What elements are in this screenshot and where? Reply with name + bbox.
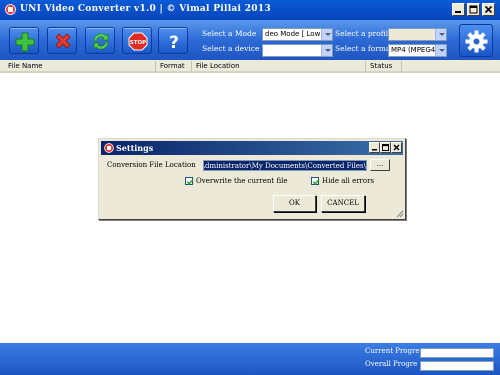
svg-text:?: ? (169, 33, 179, 52)
title-bar: UNI Video Converter v1.0 | © Vimal Pilla… (0, 0, 500, 20)
overwrite-label[interactable]: Overwrite the current file (196, 177, 288, 185)
gear-icon (465, 30, 488, 53)
remove-file-button[interactable] (47, 27, 77, 54)
mode-select[interactable]: deo Mode [ Low (262, 28, 333, 41)
resize-grip-icon[interactable] (396, 210, 404, 218)
settings-dialog-title: Settings (116, 143, 154, 153)
chevron-down-icon (435, 29, 446, 40)
maximize-icon (382, 144, 389, 151)
add-file-button[interactable] (9, 27, 39, 54)
settings-dialog-title-bar: Settings (101, 141, 403, 155)
minimize-button[interactable] (452, 3, 465, 16)
app-icon (5, 4, 16, 15)
window-title: UNI Video Converter v1.0 | © Vimal Pilla… (20, 4, 271, 14)
minimize-icon (455, 11, 461, 13)
settings-button[interactable] (459, 24, 493, 57)
stop-icon: STOP (128, 32, 148, 51)
toolbar: STOP ? Select a Mode deo Mode [ Low Sele… (0, 20, 500, 60)
stop-button[interactable]: STOP (122, 27, 152, 54)
column-filler (402, 61, 500, 73)
conversion-location-input[interactable]: .\Administrator\My Documents\Converted F… (203, 160, 367, 171)
help-button[interactable]: ? (158, 27, 188, 54)
format-select[interactable]: MP4 (MPEG4) (388, 44, 447, 57)
dialog-minimize-button[interactable] (369, 142, 380, 153)
add-icon (15, 32, 35, 52)
mode-label: Select a Mode (202, 29, 257, 38)
hide-errors-checkbox[interactable] (311, 177, 320, 185)
checkmark-icon (312, 179, 320, 185)
current-progress-bar (420, 348, 494, 358)
dialog-close-button[interactable] (391, 142, 402, 153)
hide-errors-label[interactable]: Hide all errors (322, 177, 374, 185)
close-icon (393, 144, 400, 151)
column-file-name[interactable]: File Name (0, 61, 156, 73)
conversion-location-value: .\Administrator\My Documents\Converted F… (203, 162, 366, 170)
profile-select[interactable] (388, 28, 447, 41)
conversion-location-label: Conversion File Location (107, 161, 196, 169)
maximize-icon (469, 5, 478, 14)
format-label: Select a format (335, 44, 394, 53)
overall-progress-bar (420, 361, 494, 371)
progress-area: Current Progre Overall Progre (0, 343, 500, 375)
ok-button[interactable]: OK (273, 195, 316, 212)
svg-text:STOP: STOP (130, 40, 146, 46)
chevron-down-icon (435, 45, 446, 56)
overwrite-checkbox[interactable] (185, 177, 194, 185)
chevron-down-icon (321, 45, 332, 56)
overall-progress-label: Overall Progre (365, 360, 418, 368)
app-icon (104, 143, 114, 153)
browse-button[interactable]: ... (370, 159, 390, 171)
current-progress-label: Current Progre (365, 347, 420, 355)
cancel-button[interactable]: CANCEL (321, 195, 365, 212)
refresh-icon (93, 33, 109, 50)
settings-dialog: Settings Conversion File Location .\Admi… (98, 138, 406, 220)
checkmark-icon (186, 179, 194, 185)
profile-label: Select a profil (335, 29, 389, 38)
column-file-location[interactable]: File Location (192, 61, 366, 73)
remove-icon (55, 33, 71, 49)
chevron-down-icon (321, 29, 332, 40)
device-select[interactable] (262, 44, 333, 57)
minimize-icon (372, 149, 377, 151)
close-button[interactable] (482, 3, 495, 16)
format-select-value: MP4 (MPEG4) (391, 46, 438, 54)
column-format[interactable]: Format (156, 61, 192, 73)
dialog-maximize-button[interactable] (380, 142, 391, 153)
maximize-button[interactable] (467, 3, 480, 16)
device-label: Select a device (202, 44, 260, 53)
refresh-button[interactable] (85, 27, 115, 54)
help-icon: ? (169, 33, 179, 52)
column-status[interactable]: Status (366, 61, 402, 73)
mode-select-value: deo Mode [ Low (265, 30, 321, 38)
close-icon (484, 5, 493, 14)
